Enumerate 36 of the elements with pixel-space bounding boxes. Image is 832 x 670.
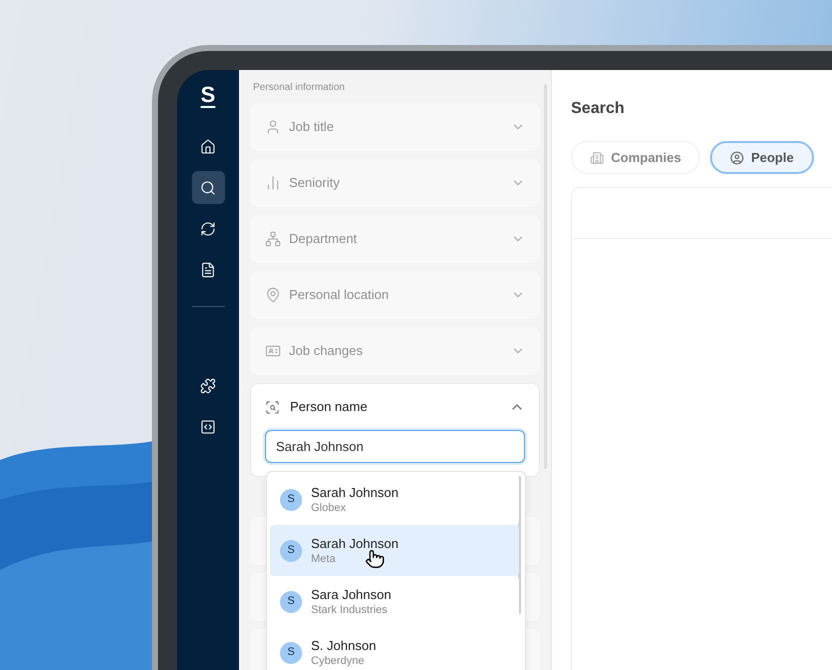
building-icon (590, 150, 604, 164)
map-pin-icon (265, 287, 281, 303)
hand-cursor-icon (365, 549, 385, 569)
search-document-icon (265, 400, 280, 414)
avatar: S (280, 642, 302, 664)
suggestion-item[interactable]: S Sarah Johnson Meta (270, 525, 519, 576)
user-circle-icon (730, 150, 744, 164)
logo: S (200, 84, 216, 106)
filter-label: Person name (290, 398, 368, 416)
page-title: Search (571, 99, 626, 119)
company-name: Meta (311, 552, 336, 566)
nav-button[interactable] (192, 171, 224, 204)
input-field[interactable]: Sarah Johnson (265, 430, 525, 463)
company-name: Stark Industries (311, 602, 388, 618)
avatar: S (280, 590, 302, 612)
tab[interactable]: People (710, 141, 814, 174)
person-name: S. Johnson (311, 636, 376, 654)
id-card-icon (265, 343, 281, 359)
refresh-icon (200, 220, 216, 236)
person-icon (265, 119, 281, 135)
document-icon (200, 262, 216, 278)
puzzle-icon (200, 378, 216, 394)
code-window-icon (200, 418, 216, 434)
hierarchy-icon (265, 231, 281, 247)
bar-chart-icon (265, 175, 281, 191)
person-name: Sara Johnson (311, 586, 392, 602)
home-icon (200, 138, 216, 154)
company-name: Cyberdyne (311, 654, 364, 668)
company-name: Globex (311, 500, 346, 516)
search-icon (200, 180, 216, 196)
avatar: S (280, 488, 302, 510)
person-name: Sarah Johnson (311, 484, 398, 500)
section-title: Personal information (252, 81, 346, 95)
person-name: Sarah Johnson (311, 534, 398, 552)
tab[interactable]: Companies (571, 141, 700, 174)
avatar: S (280, 540, 302, 562)
